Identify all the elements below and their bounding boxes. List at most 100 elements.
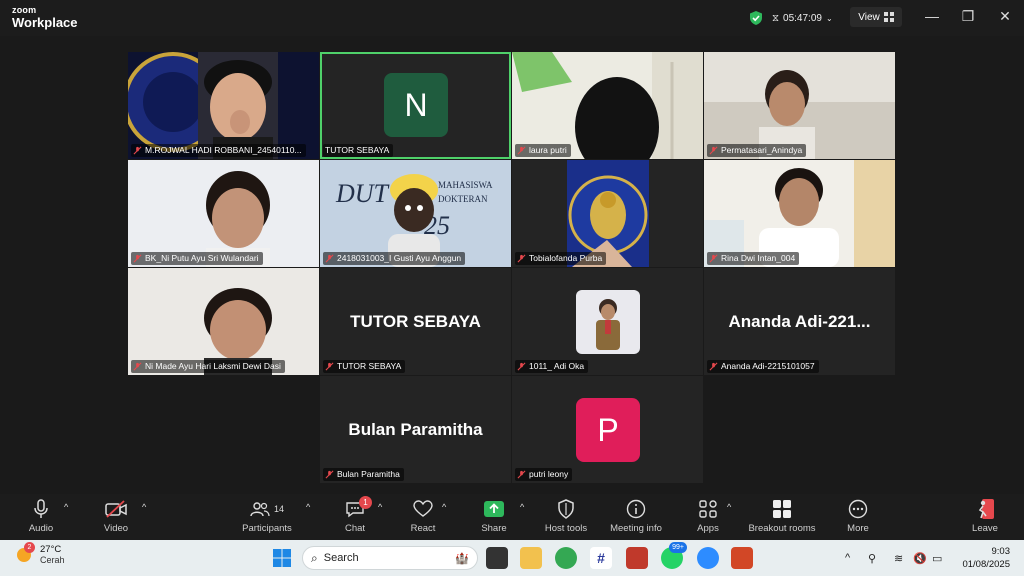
participant-name: laura putri [515, 144, 571, 157]
participant-tile[interactable]: Bulan Paramitha Bulan Paramitha [320, 376, 511, 483]
participant-tile[interactable]: P putri leony [512, 376, 703, 483]
participant-video [567, 160, 649, 267]
windows-start-icon[interactable] [271, 547, 293, 569]
breakout-rooms-button[interactable]: Breakout rooms [742, 498, 822, 534]
brand-big: Workplace [12, 15, 78, 30]
volume-icon[interactable]: 🔇 [913, 552, 927, 565]
apps-button[interactable]: Apps [673, 498, 743, 534]
background-text: DOKTERAN [438, 194, 488, 204]
share-button[interactable]: Share [459, 498, 529, 534]
participant-tile[interactable]: Ananda Adi-221... Ananda Adi-2215101057 [704, 268, 895, 375]
participant-name: Ananda Adi-2215101057 [707, 360, 819, 373]
participant-name: BK_Ni Putu Ayu Sri Wulandari [131, 252, 263, 265]
participant-tile[interactable]: TUTOR SEBAYA TUTOR SEBAYA [320, 268, 511, 375]
react-button[interactable]: React [388, 498, 458, 534]
video-options-caret[interactable]: ^ [142, 502, 146, 512]
video-gallery: M.ROJWAL HADI ROBBANI_24540110... N TUTO… [0, 36, 1024, 494]
zoom-icon[interactable] [697, 547, 719, 569]
participant-display-name: Bulan Paramitha [348, 420, 483, 439]
info-icon [626, 499, 646, 519]
close-icon[interactable]: ✕ [995, 8, 1015, 25]
mic-muted-icon [325, 362, 334, 371]
background-text: MAHASISWA [438, 180, 493, 190]
system-clock[interactable]: 9:03 01/08/2025 [958, 545, 1010, 571]
participant-name: Ni Made Ayu Hari Laksmi Dewi Dasi [131, 360, 285, 373]
task-view-icon[interactable] [486, 547, 508, 569]
powerpoint-icon[interactable] [731, 547, 753, 569]
temperature: 27°C [40, 544, 62, 555]
participant-video [128, 160, 319, 267]
mic-muted-icon [325, 254, 334, 263]
wifi-icon[interactable]: ≋ [894, 552, 903, 565]
minimize-icon[interactable]: — [922, 8, 942, 24]
participant-display-name: Ananda Adi-221... [728, 312, 871, 331]
battery-icon[interactable]: ▭ [932, 552, 942, 565]
view-button[interactable]: View [850, 7, 902, 27]
mic-muted-icon [517, 470, 526, 479]
mic-muted-icon [517, 362, 526, 371]
clock-date: 01/08/2025 [962, 559, 1010, 570]
search-icon: ⌕ [311, 550, 318, 565]
participant-name: Permatasari_Anindya [707, 144, 807, 157]
participant-avatar: P [576, 398, 640, 462]
share-options-caret[interactable]: ^ [520, 502, 524, 512]
more-button[interactable]: More [823, 498, 893, 534]
participant-tile[interactable]: Ni Made Ayu Hari Laksmi Dewi Dasi [128, 268, 319, 375]
video-button[interactable]: Video [81, 498, 151, 534]
app-grid-icon[interactable] [626, 547, 648, 569]
view-label: View [858, 11, 880, 23]
mic-muted-icon [133, 254, 142, 263]
taskbar-search[interactable]: ⌕ Search 🏰 [302, 546, 478, 570]
participant-tile[interactable]: DUT MAHASISWA DOKTERAN 25 2418031003_I G… [320, 160, 511, 267]
participant-tile-active-speaker[interactable]: N TUTOR SEBAYA [320, 52, 511, 159]
weather-condition: Cerah [40, 555, 65, 565]
encryption-shield-icon[interactable] [748, 10, 764, 26]
participant-display-name: TUTOR SEBAYA [350, 312, 481, 331]
participants-options-caret[interactable]: ^ [306, 502, 310, 512]
participant-name: Tobialofanda Purba [515, 252, 607, 265]
apps-options-caret[interactable]: ^ [727, 502, 731, 512]
background-text: DUT [335, 179, 390, 208]
chat-options-caret[interactable]: ^ [378, 502, 382, 512]
participant-video [128, 52, 278, 159]
windows-taskbar: 2 27°C Cerah ⌕ Search 🏰 # 99+ ^ ⚲ ≋ 🔇 ▭ … [0, 540, 1024, 576]
zoom-logo: zoom Workplace [12, 5, 78, 30]
chevron-up-icon[interactable]: ^ [845, 552, 850, 564]
clock-time: 9:03 [991, 546, 1011, 557]
participant-tile[interactable]: M.ROJWAL HADI ROBBANI_24540110... [128, 52, 319, 159]
mic-muted-icon [133, 362, 142, 371]
video-off-icon [105, 500, 127, 518]
participant-tile[interactable]: laura putri [512, 52, 703, 159]
participant-name: 2418031003_I Gusti Ayu Anggun [323, 252, 466, 265]
chrome-icon[interactable] [555, 547, 577, 569]
microphone-icon [34, 499, 48, 518]
file-explorer-icon[interactable] [520, 547, 542, 569]
title-bar: zoom Workplace ⧖ 05:47:09 ⌄ View — ❐ ✕ [0, 0, 1024, 36]
participant-tile[interactable]: Rina Dwi Intan_004 [704, 160, 895, 267]
mic-muted-icon [517, 254, 526, 263]
chevron-down-icon: ⌄ [825, 13, 833, 23]
participant-tile[interactable]: 1011_ Adi Oka [512, 268, 703, 375]
whatsapp-badge: 99+ [669, 542, 687, 553]
participant-video [128, 268, 319, 375]
host-tools-button[interactable]: Host tools [531, 498, 601, 534]
brand-small: zoom [12, 5, 37, 15]
leave-button[interactable]: Leave [950, 498, 1020, 534]
participant-tile[interactable]: BK_Ni Putu Ayu Sri Wulandari [128, 160, 319, 267]
audio-options-caret[interactable]: ^ [64, 502, 68, 512]
mic-muted-icon [133, 146, 142, 155]
react-options-caret[interactable]: ^ [442, 502, 446, 512]
whatsapp-icon[interactable]: 99+ [661, 542, 687, 569]
participant-video [704, 160, 895, 267]
apps-icon [699, 500, 717, 518]
app-hashtag-icon[interactable]: # [590, 547, 612, 569]
participants-button[interactable]: 14 Participants [232, 498, 302, 534]
meeting-info-button[interactable]: Meeting info [601, 498, 671, 534]
network-tray-icon[interactable]: ⚲ [868, 552, 876, 565]
restore-icon[interactable]: ❐ [958, 8, 978, 25]
weather-widget[interactable]: 2 27°C Cerah [14, 541, 65, 565]
meeting-timer[interactable]: ⧖ 05:47:09 ⌄ [772, 13, 833, 24]
participant-tile[interactable]: Tobialofanda Purba [512, 160, 703, 267]
participant-tile[interactable]: Permatasari_Anindya [704, 52, 895, 159]
share-screen-icon [484, 501, 504, 517]
